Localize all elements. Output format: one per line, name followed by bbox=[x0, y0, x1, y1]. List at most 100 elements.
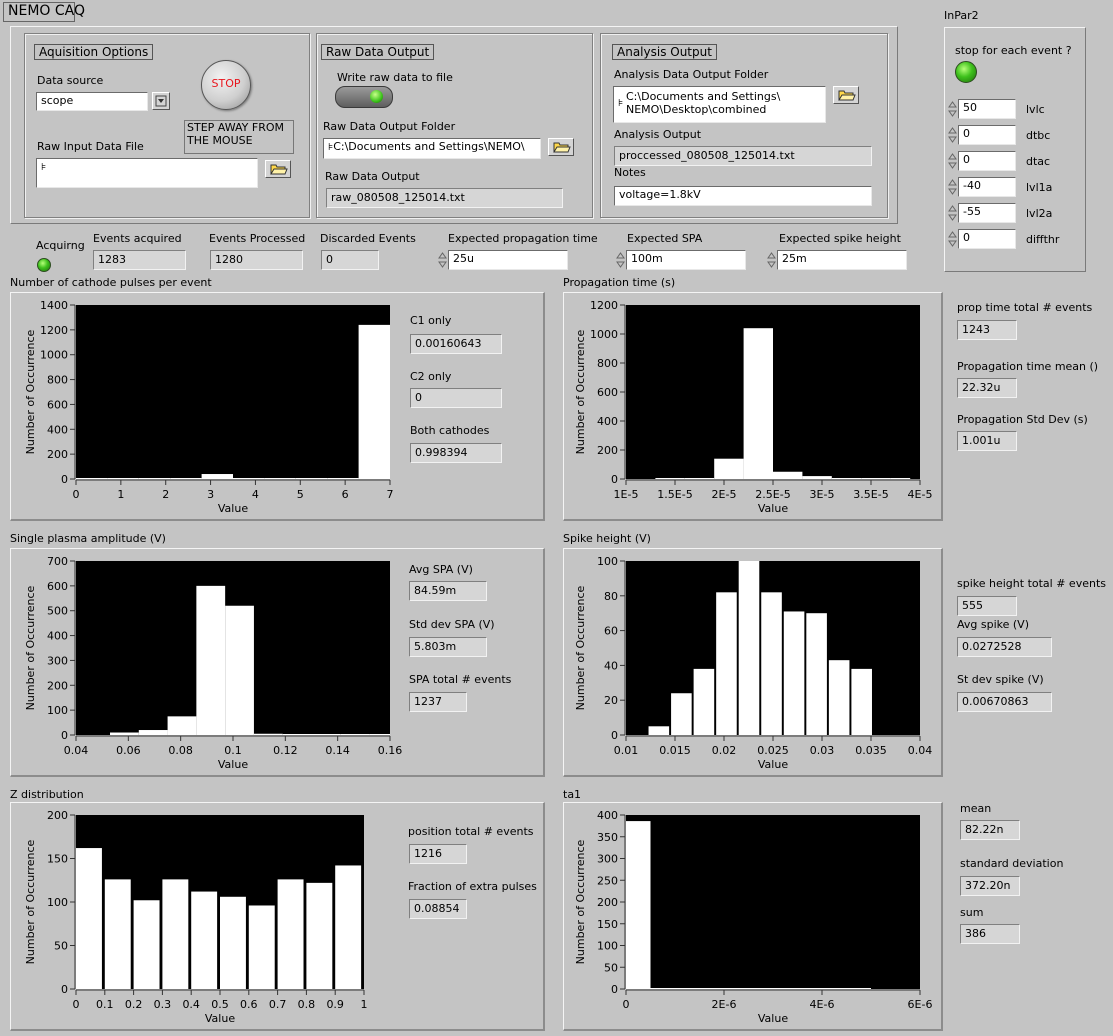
folder-icon bbox=[270, 164, 288, 175]
toggle-indicator bbox=[370, 90, 383, 103]
raw-group-label: Raw Data Output bbox=[321, 44, 435, 60]
param-spinner[interactable] bbox=[948, 125, 957, 145]
chart5-title: Z distribution bbox=[10, 788, 84, 801]
prop-total-value: 1243 bbox=[957, 320, 1017, 340]
sum-label: sum bbox=[960, 906, 984, 919]
inpar-title: InPar2 bbox=[944, 9, 979, 22]
param-name: dtbc bbox=[1026, 129, 1051, 142]
exp-spike-label: Expected spike height bbox=[779, 232, 901, 245]
param-spinner[interactable] bbox=[948, 177, 957, 197]
param-spinner[interactable] bbox=[948, 151, 957, 171]
window-title: NEMO CAQ bbox=[8, 3, 85, 19]
pos-total-label: position total # events bbox=[408, 825, 534, 838]
std-spa-value: 5.803m bbox=[409, 637, 487, 657]
both-value: 0.998394 bbox=[410, 443, 502, 463]
param-value[interactable]: 0 bbox=[958, 229, 1016, 249]
param-name: dtac bbox=[1026, 155, 1051, 168]
dropdown-arrow-button[interactable] bbox=[152, 92, 170, 110]
param-value[interactable]: -40 bbox=[958, 177, 1016, 197]
param-spinner[interactable] bbox=[948, 229, 957, 249]
discarded-value: 0 bbox=[321, 250, 379, 270]
exp-prop-label: Expected propagation time bbox=[448, 232, 598, 245]
path-icon: ⊧ bbox=[618, 98, 624, 109]
c2-label: C2 only bbox=[410, 370, 452, 383]
std-spike-label: St dev spike (V) bbox=[957, 673, 1044, 686]
folder-icon bbox=[838, 90, 856, 101]
param-spinner[interactable] bbox=[948, 203, 957, 223]
mean-label: mean bbox=[960, 802, 992, 815]
raw-folder-browse-button[interactable] bbox=[548, 138, 574, 156]
stop-button[interactable]: STOP bbox=[201, 60, 251, 110]
acquiring-led bbox=[37, 258, 51, 272]
param-name: lvlc bbox=[1026, 103, 1045, 116]
chart6-title: ta1 bbox=[563, 788, 582, 801]
exp-spa-spinner[interactable] bbox=[616, 250, 625, 270]
path-icon: ⊧ bbox=[41, 162, 47, 173]
data-source-select[interactable]: scope bbox=[36, 92, 148, 111]
acquiring-label: Acquirng bbox=[36, 239, 85, 252]
events-processed-value: 1280 bbox=[210, 250, 303, 270]
chart1-title: Number of cathode pulses per event bbox=[10, 276, 212, 289]
c1-label: C1 only bbox=[410, 314, 452, 327]
prop-std-value: 1.001u bbox=[957, 431, 1017, 451]
spa-total-label: SPA total # events bbox=[409, 673, 512, 686]
chart4-panel bbox=[563, 548, 943, 777]
exp-spike-spinner[interactable] bbox=[767, 250, 776, 270]
events-acquired-label: Events acquired bbox=[93, 232, 182, 245]
spike-total-value: 555 bbox=[957, 596, 1017, 616]
exp-spike-field[interactable]: 25m bbox=[777, 250, 907, 270]
chart3-title: Single plasma amplitude (V) bbox=[10, 532, 166, 545]
warning-text: STEP AWAY FROM THE MOUSE bbox=[187, 121, 284, 147]
sd-value: 372.20n bbox=[960, 876, 1020, 896]
raw-folder-value: C:\Documents and Settings\NEMO\ bbox=[333, 140, 525, 153]
stop-each-led[interactable] bbox=[955, 61, 977, 83]
raw-folder-label: Raw Data Output Folder bbox=[323, 120, 456, 133]
avg-spike-label: Avg spike (V) bbox=[957, 618, 1029, 631]
exp-prop-spinner[interactable] bbox=[438, 250, 447, 270]
write-raw-label: Write raw data to file bbox=[337, 71, 453, 84]
chart2-panel bbox=[563, 292, 943, 521]
notes-label: Notes bbox=[614, 166, 646, 179]
param-spinner[interactable] bbox=[948, 99, 957, 119]
avg-spa-label: Avg SPA (V) bbox=[409, 563, 473, 576]
param-name: lvl2a bbox=[1026, 207, 1053, 220]
analysis-folder-line1: C:\Documents and Settings\ bbox=[626, 90, 781, 103]
avg-spa-value: 84.59m bbox=[409, 581, 487, 601]
both-label: Both cathodes bbox=[410, 424, 490, 437]
prop-mean-value: 22.32u bbox=[957, 378, 1017, 398]
param-value[interactable]: 50 bbox=[958, 99, 1016, 119]
prop-std-label: Propagation Std Dev (s) bbox=[957, 413, 1088, 426]
chart6-panel bbox=[563, 802, 943, 1031]
write-raw-toggle[interactable] bbox=[335, 86, 393, 108]
folder-icon bbox=[553, 142, 571, 153]
data-source-label: Data source bbox=[37, 74, 104, 87]
spike-total-label: spike height total # events bbox=[957, 577, 1106, 590]
exp-prop-field[interactable]: 25u bbox=[448, 250, 568, 270]
analysis-folder-line2: NEMO\Desktop\combined bbox=[626, 103, 767, 116]
analysis-folder-browse-button[interactable] bbox=[833, 86, 859, 104]
param-value[interactable]: 0 bbox=[958, 151, 1016, 171]
raw-output-value: raw_080508_125014.txt bbox=[326, 188, 563, 208]
raw-input-field[interactable]: ⊧ bbox=[36, 158, 258, 188]
discarded-label: Discarded Events bbox=[320, 232, 416, 245]
exp-spa-field[interactable]: 100m bbox=[626, 250, 746, 270]
param-value[interactable]: -55 bbox=[958, 203, 1016, 223]
notes-field[interactable]: voltage=1.8kV bbox=[614, 186, 872, 206]
chart4-title: Spike height (V) bbox=[563, 532, 651, 545]
mean-value: 82.22n bbox=[960, 820, 1020, 840]
avg-spike-value: 0.0272528 bbox=[957, 637, 1052, 657]
events-acquired-value: 1283 bbox=[93, 250, 186, 270]
raw-folder-field[interactable]: ⊧C:\Documents and Settings\NEMO\ bbox=[323, 138, 541, 159]
raw-output-label: Raw Data Output bbox=[325, 170, 420, 183]
param-name: diffthr bbox=[1026, 233, 1060, 246]
prop-total-label: prop time total # events bbox=[957, 301, 1093, 314]
std-spike-value: 0.00670863 bbox=[957, 692, 1052, 712]
c2-value: 0 bbox=[410, 388, 502, 408]
exp-spa-label: Expected SPA bbox=[627, 232, 703, 245]
analysis-folder-field[interactable]: ⊧ C:\Documents and Settings\ NEMO\Deskto… bbox=[613, 86, 826, 123]
pos-total-value: 1216 bbox=[409, 844, 467, 864]
param-value[interactable]: 0 bbox=[958, 125, 1016, 145]
stop-each-label: stop for each event ? bbox=[955, 44, 1072, 57]
frac-value: 0.08854 bbox=[409, 899, 467, 919]
raw-input-browse-button[interactable] bbox=[265, 160, 291, 178]
